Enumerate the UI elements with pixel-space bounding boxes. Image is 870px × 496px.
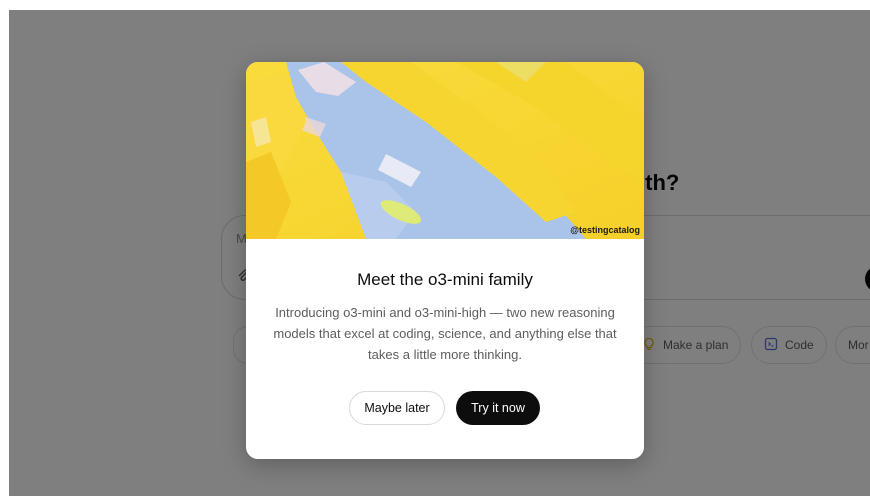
modal-description: Introducing o3-mini and o3-mini-high — t…	[273, 305, 617, 362]
maybe-later-button[interactable]: Maybe later	[349, 391, 445, 425]
modal-title: Meet the o3-mini family	[357, 270, 533, 289]
app-window: ith? M Make a plan Code Mor	[9, 10, 870, 496]
try-it-now-button[interactable]: Try it now	[456, 391, 540, 425]
announcement-modal: @testingcatalog Meet the o3-mini family …	[246, 62, 644, 459]
hero-image: @testingcatalog	[246, 62, 644, 239]
watermark-text: @testingcatalog	[570, 225, 640, 235]
